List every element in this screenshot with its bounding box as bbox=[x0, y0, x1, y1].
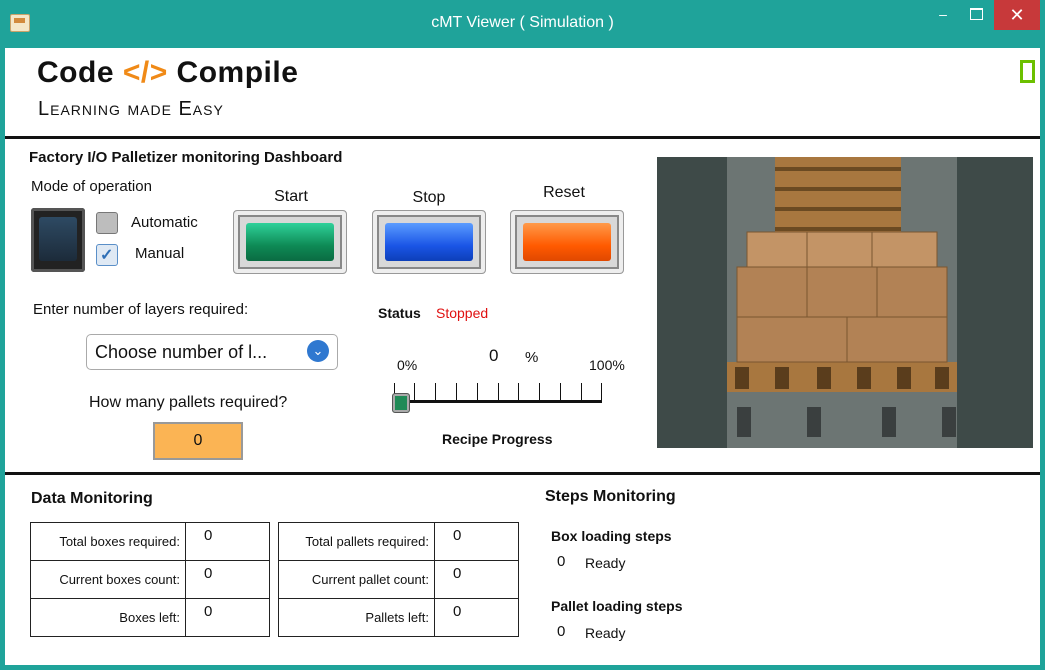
reset-label: Reset bbox=[543, 184, 585, 201]
pallets-required-label: How many pallets required? bbox=[89, 394, 288, 411]
stop-button[interactable] bbox=[372, 210, 486, 274]
reset-button-face bbox=[523, 223, 611, 261]
table-cell-label: Current boxes count: bbox=[30, 560, 186, 599]
table-cell-label: Pallets left: bbox=[278, 598, 435, 637]
logo-brackets: </> bbox=[122, 56, 168, 89]
data-monitoring-title: Data Monitoring bbox=[31, 490, 153, 507]
table-row: Total boxes required: 0 bbox=[30, 522, 270, 561]
table-cell-value: 0 bbox=[185, 522, 270, 561]
progress-max-label: 100% bbox=[589, 357, 625, 373]
dashboard-title: Factory I/O Palletizer monitoring Dashbo… bbox=[29, 149, 343, 166]
pallets-table: Total pallets required: 0 Current pallet … bbox=[278, 522, 519, 637]
title-bar[interactable]: cMT Viewer ( Simulation ) – ✕ bbox=[0, 0, 1045, 48]
close-button[interactable]: ✕ bbox=[994, 0, 1040, 30]
header-divider bbox=[5, 136, 1040, 139]
layers-dropdown-value: Choose number of l... bbox=[95, 342, 268, 362]
box-loading-steps-title: Box loading steps bbox=[551, 528, 672, 544]
table-cell-label: Boxes left: bbox=[30, 598, 186, 637]
stop-label: Stop bbox=[412, 189, 446, 206]
table-cell-label: Total boxes required: bbox=[30, 522, 186, 561]
automatic-label: Automatic bbox=[131, 214, 198, 231]
status-value: Stopped bbox=[436, 305, 489, 321]
logo-title: Code </> Compile bbox=[37, 56, 298, 90]
status-label: Status bbox=[378, 305, 421, 321]
maximize-button[interactable] bbox=[965, 6, 987, 22]
pallet-loading-step-status: Ready bbox=[585, 625, 626, 641]
palletizer-simulation-image bbox=[657, 157, 1033, 448]
header: Code </> Compile Learning made Easy bbox=[5, 48, 1040, 136]
palletizer-scene bbox=[657, 157, 1033, 448]
steps-monitoring-title: Steps Monitoring bbox=[545, 488, 676, 505]
table-row: Boxes left: 0 bbox=[30, 598, 270, 637]
checkmark-icon: ✓ bbox=[100, 247, 114, 264]
reset-button[interactable] bbox=[510, 210, 624, 274]
table-row: Current boxes count: 0 bbox=[30, 560, 270, 599]
pallet-loading-step-number: 0 bbox=[557, 623, 566, 640]
logo-tagline: Learning made Easy bbox=[38, 98, 224, 120]
window-title: cMT Viewer ( Simulation ) bbox=[431, 14, 614, 31]
automatic-checkbox[interactable] bbox=[96, 212, 118, 234]
hmi-screen: Code </> Compile Learning made Easy Fact… bbox=[5, 48, 1040, 665]
stop-button-face bbox=[385, 223, 473, 261]
table-row: Total pallets required: 0 bbox=[278, 522, 519, 561]
table-row: Current pallet count: 0 bbox=[278, 560, 519, 599]
logo-left-text: Code bbox=[37, 56, 123, 89]
progress-slider-knob[interactable] bbox=[392, 393, 410, 413]
table-cell-value: 0 bbox=[434, 560, 519, 599]
table-row: Pallets left: 0 bbox=[278, 598, 519, 637]
layers-dropdown[interactable]: Choose number of l... ⌄ bbox=[86, 334, 338, 370]
boxes-table: Total boxes required: 0 Current boxes cou… bbox=[30, 522, 270, 637]
start-button-face bbox=[246, 223, 334, 261]
table-cell-value: 0 bbox=[185, 560, 270, 599]
progress-value: 0 bbox=[489, 346, 499, 365]
mode-indicator-lamp bbox=[31, 208, 85, 272]
box-loading-step-status: Ready bbox=[585, 555, 626, 571]
manual-label: Manual bbox=[135, 245, 185, 262]
chevron-down-icon[interactable]: ⌄ bbox=[307, 340, 329, 362]
box-loading-step-number: 0 bbox=[557, 553, 566, 570]
minimize-button[interactable]: – bbox=[932, 6, 954, 22]
table-cell-value: 0 bbox=[185, 598, 270, 637]
table-cell-value: 0 bbox=[434, 598, 519, 637]
start-label: Start bbox=[274, 188, 308, 205]
pallet-loading-steps-title: Pallet loading steps bbox=[551, 598, 683, 614]
connection-indicator bbox=[1020, 60, 1035, 83]
table-cell-label: Total pallets required: bbox=[278, 522, 435, 561]
table-cell-label: Current pallet count: bbox=[278, 560, 435, 599]
layers-label: Enter number of layers required: bbox=[33, 301, 249, 318]
progress-slider-track bbox=[394, 383, 602, 403]
table-cell-value: 0 bbox=[434, 522, 519, 561]
logo-right-text: Compile bbox=[167, 56, 299, 89]
progress-min-label: 0% bbox=[397, 357, 418, 373]
start-button[interactable] bbox=[233, 210, 347, 274]
pallets-required-input[interactable]: 0 bbox=[153, 422, 243, 460]
recipe-progress-label: Recipe Progress bbox=[442, 431, 553, 447]
progress-unit: % bbox=[525, 349, 539, 366]
mode-label: Mode of operation bbox=[31, 178, 152, 195]
manual-checkbox[interactable]: ✓ bbox=[96, 244, 118, 266]
section-divider bbox=[5, 472, 1040, 475]
